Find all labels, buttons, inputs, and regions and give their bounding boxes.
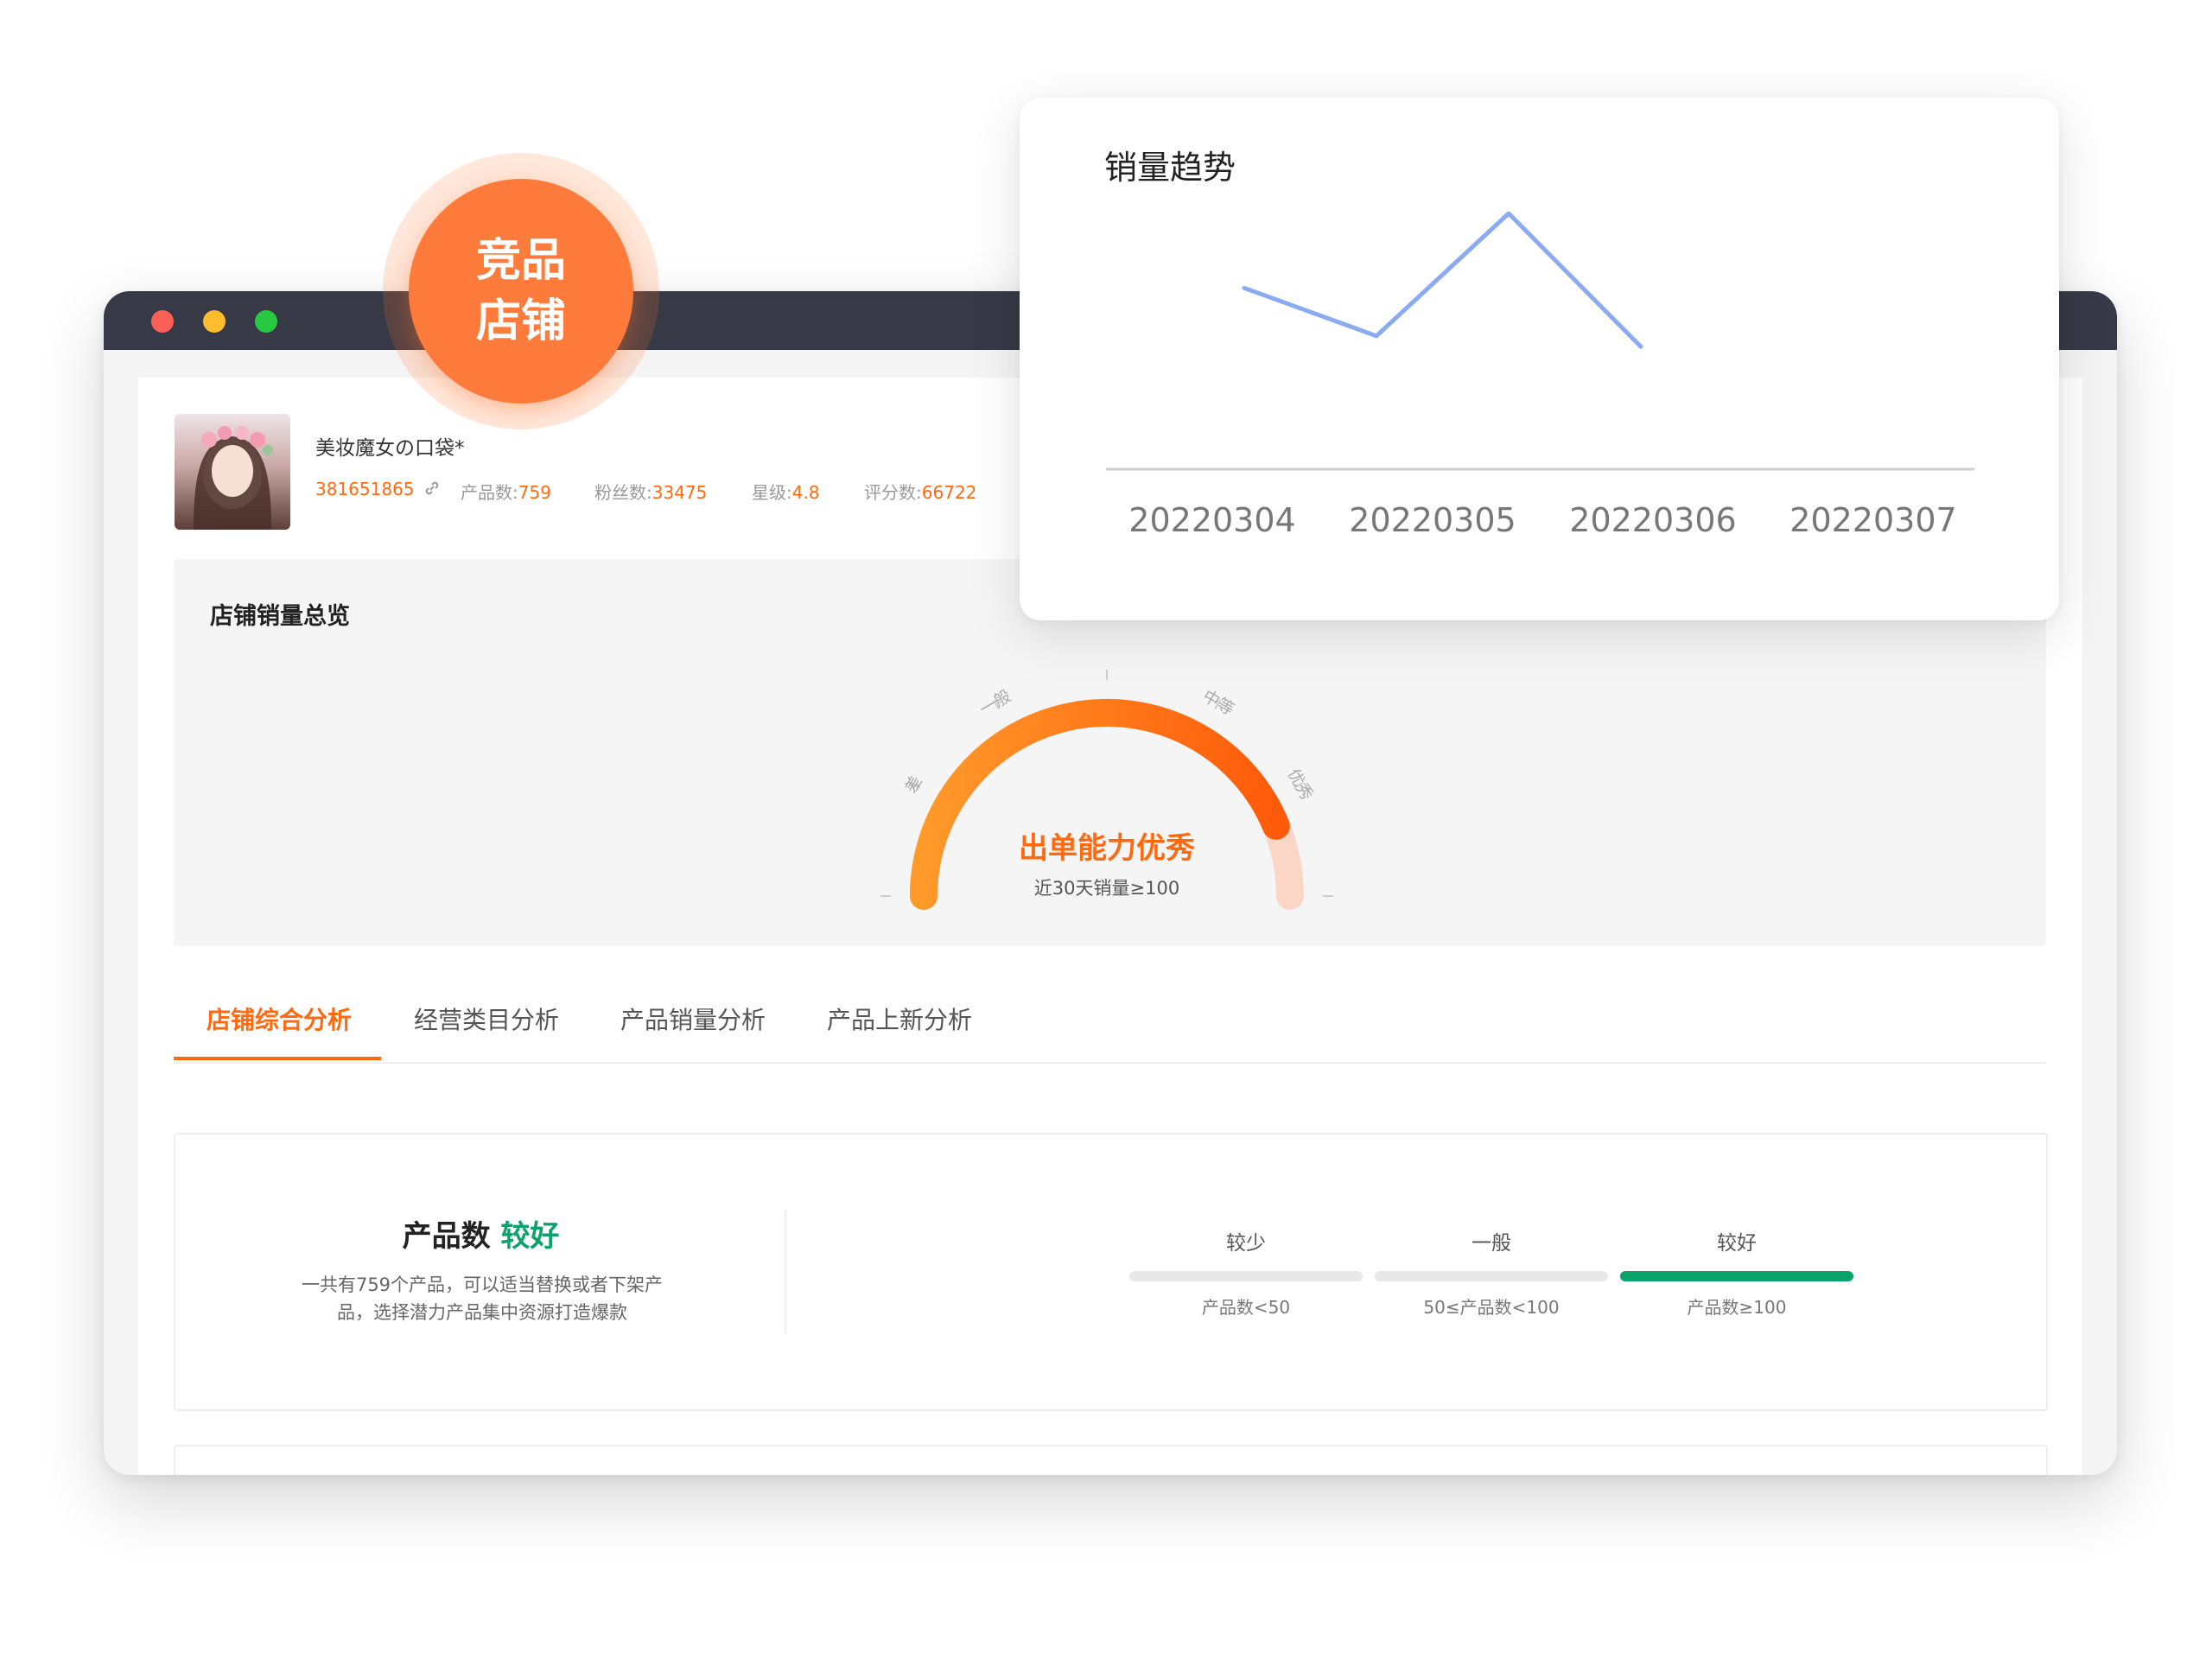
- gauge-sub-text: 近30天销量≥100: [1034, 878, 1179, 899]
- minimize-window-button[interactable]: [203, 310, 226, 333]
- level-label: 一般: [1471, 1232, 1511, 1255]
- badge-line: 竞品: [475, 235, 566, 287]
- x-tick-label: 20220307: [1789, 501, 1956, 539]
- level-medium: 一般 50≤产品数<100: [1375, 1226, 1608, 1319]
- stat-ratings: 评分数:66722: [864, 479, 976, 504]
- metric-description-line: 品，选择潜力产品集中资源打造爆款: [337, 1302, 627, 1323]
- level-range: 产品数≥100: [1687, 1297, 1787, 1318]
- level-good: 较好 产品数≥100: [1620, 1226, 1853, 1319]
- level-label: 较少: [1226, 1232, 1266, 1255]
- shop-id-link[interactable]: 381651865: [315, 479, 441, 499]
- tab-category-analysis[interactable]: 经营类目分析: [414, 1001, 559, 1036]
- tab-sales-analysis[interactable]: 产品销量分析: [620, 1001, 766, 1036]
- link-icon: [425, 481, 439, 495]
- tab-new-product-analysis[interactable]: 产品上新分析: [827, 1001, 972, 1036]
- stat-value: 33475: [652, 482, 708, 503]
- x-tick-label: 20220304: [1128, 501, 1295, 539]
- level-label: 较好: [1717, 1232, 1757, 1255]
- stat-stars: 星级:4.8: [752, 479, 820, 504]
- stat-products: 产品数:759: [461, 479, 551, 504]
- stat-value: 759: [518, 482, 551, 503]
- competitor-shop-badge: 竞品 店铺: [409, 179, 633, 404]
- x-tick-label: 20220306: [1569, 501, 1736, 539]
- tab-shop-analysis[interactable]: 店铺综合分析: [207, 1001, 352, 1036]
- stat-label: 产品数:: [461, 482, 518, 503]
- sales-trend-chart: 20220304 20220305 20220306 20220307: [1106, 211, 1974, 539]
- badge-line: 店铺: [475, 296, 566, 347]
- metric-title: 产品数 较好: [175, 1212, 786, 1255]
- level-bar: [1129, 1271, 1363, 1281]
- stat-label: 粉丝数:: [594, 482, 652, 503]
- overview-title: 店铺销量总览: [210, 603, 350, 630]
- metric-description-line: 一共有759个产品，可以适当替换或者下架产: [301, 1274, 664, 1295]
- stat-label: 评分数:: [864, 482, 922, 503]
- gauge-status-text: 出单能力优秀: [1019, 831, 1195, 866]
- gauge-level-label: 差: [901, 772, 926, 796]
- metric-rating: 较好: [500, 1219, 560, 1254]
- x-tick-label: 20220305: [1349, 501, 1516, 539]
- sales-gauge: 差 一般 中等 优秀 出单能力优秀 近30天销量≥100: [880, 670, 1333, 910]
- stat-value: 4.8: [791, 482, 820, 503]
- gauge-fill: [910, 698, 1290, 910]
- level-low: 较少 产品数<50: [1129, 1226, 1363, 1319]
- product-count-card: 产品数 较好 一共有759个产品，可以适当替换或者下架产 品，选择潜力产品集中资…: [174, 1133, 2048, 1411]
- shop-avatar[interactable]: [175, 414, 290, 530]
- gauge-track: [910, 699, 1304, 910]
- active-tab-underline: [174, 1057, 381, 1060]
- close-window-button[interactable]: [151, 310, 174, 333]
- metric-description: 一共有759个产品，可以适当替换或者下架产 品，选择潜力产品集中资源打造爆款: [279, 1271, 685, 1326]
- gauge-level-label: 优秀: [1283, 766, 1316, 804]
- stat-label: 星级:: [752, 482, 792, 503]
- stat-fans: 粉丝数:33475: [594, 479, 707, 504]
- level-bar-active: [1620, 1271, 1853, 1281]
- level-range: 50≤产品数<100: [1423, 1297, 1560, 1318]
- sales-trend-card: 销量趋势 20220304 20220305 20220306 20220307: [1020, 98, 2059, 620]
- gauge-level-label: 中等: [1199, 687, 1237, 720]
- next-metric-card: [174, 1445, 2048, 1475]
- level-bar: [1375, 1271, 1608, 1281]
- analysis-tabs: 店铺综合分析 经营类目分析 产品销量分析 产品上新分析: [174, 1000, 2046, 1064]
- metric-divider: [785, 1211, 786, 1333]
- zoom-window-button[interactable]: [255, 310, 277, 333]
- gauge-level-label: 一般: [976, 687, 1014, 720]
- shop-name: 美妆魔女の口袋*: [315, 437, 465, 460]
- shop-id: 381651865: [315, 479, 415, 499]
- avatar-portrait-icon: [194, 426, 273, 530]
- series-line: [1242, 211, 1643, 349]
- level-range: 产品数<50: [1201, 1297, 1291, 1318]
- stat-value: 66722: [921, 482, 977, 503]
- metric-name: 产品数: [402, 1219, 491, 1254]
